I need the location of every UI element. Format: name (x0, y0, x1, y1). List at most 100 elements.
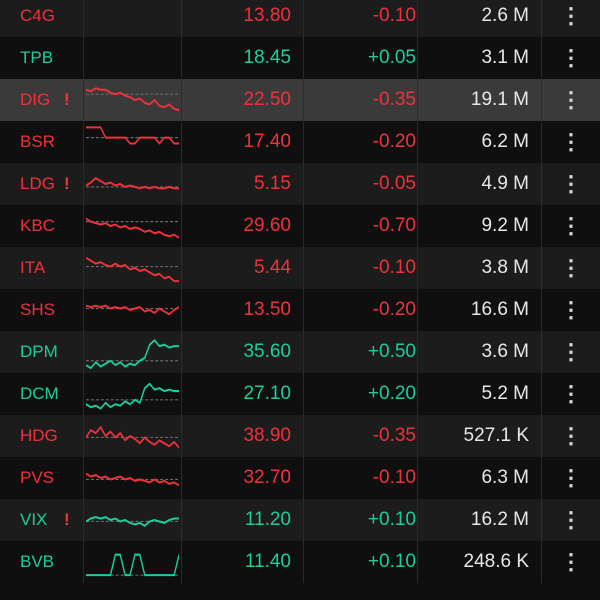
symbol-label: VIX (20, 510, 48, 529)
sparkline-cell (84, 37, 182, 79)
watchlist-row-tpb[interactable]: TPB 18.45 +0.05 3.1 M ⋮ (0, 37, 600, 79)
price-cell: 32.70 (182, 457, 304, 499)
sparkline-series (86, 126, 179, 145)
sparkline-series (86, 177, 179, 190)
price-cell: 11.20 (182, 499, 304, 541)
more-options-icon[interactable]: ⋮ (542, 499, 600, 541)
sparkline-cell (84, 331, 182, 373)
watchlist-row-kbc[interactable]: KBC 29.60 -0.70 9.2 M ⋮ (0, 205, 600, 247)
price-cell: 13.80 (182, 0, 304, 37)
volume-cell: 19.1 M (418, 79, 542, 121)
warning-icon: ! (64, 90, 70, 109)
watchlist-row-shs[interactable]: SHS 13.50 -0.20 16.6 M ⋮ (0, 289, 600, 331)
sparkline-chart (86, 425, 179, 449)
more-options-icon[interactable]: ⋮ (542, 331, 600, 373)
watchlist-row-pvs[interactable]: PVS 32.70 -0.10 6.3 M ⋮ (0, 457, 600, 499)
watchlist-row-ldg[interactable]: LDG! 5.15 -0.05 4.9 M ⋮ (0, 163, 600, 205)
more-options-icon[interactable]: ⋮ (542, 457, 600, 499)
volume-cell: 2.6 M (418, 0, 542, 37)
sparkline-chart (86, 472, 179, 487)
change-cell: +0.10 (304, 499, 418, 541)
list-bottom-edge (0, 596, 600, 600)
more-options-icon[interactable]: ⋮ (542, 373, 600, 415)
sparkline-chart (86, 87, 179, 112)
symbol-label: HDG (20, 426, 58, 445)
sparkline-series (86, 256, 179, 283)
watchlist-row-bsr[interactable]: BSR 17.40 -0.20 6.2 M ⋮ (0, 121, 600, 163)
more-options-icon[interactable]: ⋮ (542, 121, 600, 163)
symbol-label: ITA (20, 258, 46, 277)
more-options-icon[interactable]: ⋮ (542, 289, 600, 331)
more-options-icon[interactable]: ⋮ (542, 37, 600, 79)
price-cell: 11.40 (182, 541, 304, 583)
volume-cell: 248.6 K (418, 541, 542, 583)
more-options-icon[interactable]: ⋮ (542, 415, 600, 457)
symbol-cell[interactable]: HDG (0, 415, 84, 457)
volume-cell: 5.2 M (418, 373, 542, 415)
symbol-cell[interactable]: BSR (0, 121, 84, 163)
symbol-cell[interactable]: DPM (0, 331, 84, 373)
sparkline-chart (86, 177, 179, 190)
sparkline-chart (86, 126, 179, 145)
watchlist-row-dig[interactable]: DIG! 22.50 -0.35 19.1 M ⋮ (0, 79, 600, 121)
symbol-cell[interactable]: DCM (0, 373, 84, 415)
change-cell: -0.35 (304, 79, 418, 121)
more-options-icon[interactable]: ⋮ (542, 0, 600, 37)
change-cell: +0.05 (304, 37, 418, 79)
sparkline-series (86, 339, 179, 370)
more-options-icon[interactable]: ⋮ (542, 247, 600, 289)
sparkline-series (86, 472, 179, 487)
symbol-cell[interactable]: LDG! (0, 163, 84, 205)
symbol-cell[interactable]: ITA (0, 247, 84, 289)
symbol-cell[interactable]: C4G (0, 0, 84, 37)
symbol-cell[interactable]: DIG! (0, 79, 84, 121)
price-cell: 27.10 (182, 373, 304, 415)
change-cell: -0.20 (304, 121, 418, 163)
symbol-label: C4G (20, 6, 55, 25)
symbol-label: DPM (20, 342, 58, 361)
sparkline-cell (84, 457, 182, 499)
sparkline-cell (84, 541, 182, 583)
symbol-label: TPB (20, 48, 54, 67)
volume-cell: 4.9 M (418, 163, 542, 205)
change-cell: -0.70 (304, 205, 418, 247)
stock-watchlist: C4G 13.80 -0.10 2.6 M ⋮ TPB 18.45 +0.05 3.1 M ⋮ DI… (0, 0, 600, 600)
sparkline-series (86, 87, 179, 112)
watchlist-row-c4g[interactable]: C4G 13.80 -0.10 2.6 M ⋮ (0, 0, 600, 37)
symbol-cell[interactable]: KBC (0, 205, 84, 247)
watchlist-row-bvb[interactable]: BVB 11.40 +0.10 248.6 K ⋮ (0, 541, 600, 583)
sparkline-cell (84, 163, 182, 205)
symbol-cell[interactable]: VIX! (0, 499, 84, 541)
volume-cell: 9.2 M (418, 205, 542, 247)
volume-cell: 527.1 K (418, 415, 542, 457)
change-cell: +0.10 (304, 541, 418, 583)
sparkline-chart (86, 217, 179, 239)
symbol-label: KBC (20, 216, 55, 235)
watchlist-row-dcm[interactable]: DCM 27.10 +0.20 5.2 M ⋮ (0, 373, 600, 415)
volume-cell: 6.2 M (418, 121, 542, 163)
symbol-cell[interactable]: PVS (0, 457, 84, 499)
more-options-icon[interactable]: ⋮ (542, 79, 600, 121)
price-cell: 29.60 (182, 205, 304, 247)
price-cell: 17.40 (182, 121, 304, 163)
volume-cell: 16.6 M (418, 289, 542, 331)
watchlist-row-hdg[interactable]: HDG 38.90 -0.35 527.1 K ⋮ (0, 415, 600, 457)
watchlist-row-dpm[interactable]: DPM 35.60 +0.50 3.6 M ⋮ (0, 331, 600, 373)
more-options-icon[interactable]: ⋮ (542, 163, 600, 205)
symbol-label: PVS (20, 468, 55, 487)
watchlist-row-ita[interactable]: ITA 5.44 -0.10 3.8 M ⋮ (0, 247, 600, 289)
price-cell: 22.50 (182, 79, 304, 121)
warning-icon: ! (64, 174, 70, 193)
symbol-cell[interactable]: BVB (0, 541, 84, 583)
symbol-cell[interactable]: SHS (0, 289, 84, 331)
more-options-icon[interactable]: ⋮ (542, 205, 600, 247)
sparkline-series (86, 553, 179, 577)
sparkline-series (86, 304, 179, 316)
symbol-cell[interactable]: TPB (0, 37, 84, 79)
more-options-icon[interactable]: ⋮ (542, 541, 600, 583)
watchlist-row-vix[interactable]: VIX! 11.20 +0.10 16.2 M ⋮ (0, 499, 600, 541)
volume-cell: 6.3 M (418, 457, 542, 499)
symbol-label: LDG (20, 174, 55, 193)
sparkline-chart (86, 256, 179, 283)
volume-cell: 16.2 M (418, 499, 542, 541)
